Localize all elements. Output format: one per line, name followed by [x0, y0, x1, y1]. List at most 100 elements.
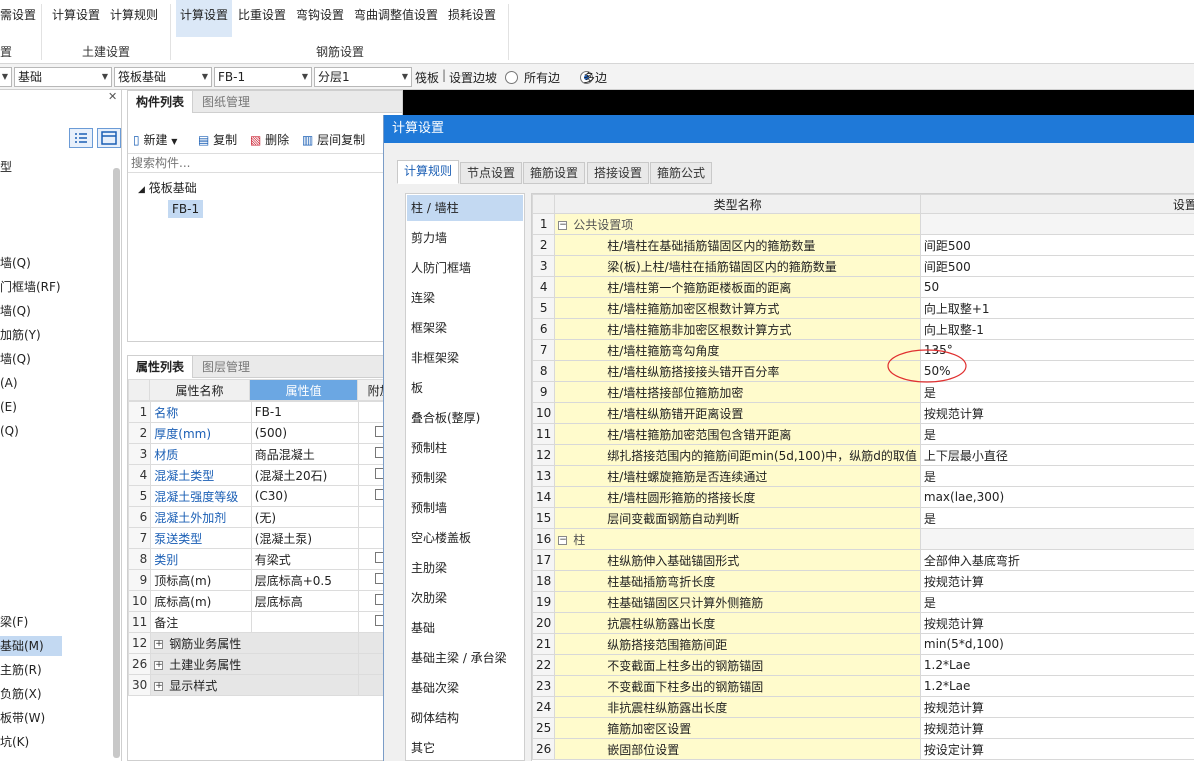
setting-value[interactable]: 按设定计算 — [919, 738, 1194, 760]
nav-item[interactable]: 主筋(R) — [0, 660, 42, 680]
property-row[interactable]: 10 底标高(m) 层底标高 — [127, 590, 402, 612]
category-item[interactable]: 砌体结构 — [407, 705, 523, 731]
property-row[interactable]: 6 混凝土外加剂 (无) — [127, 506, 402, 528]
tab-stirrup-formula[interactable]: 箍筋公式 — [650, 162, 713, 184]
category-dropdown[interactable]: 基础 ▼ — [14, 67, 112, 87]
ribbon-calc-settings-rebar[interactable]: 计算设置 — [176, 0, 233, 37]
expand-icon[interactable]: + — [154, 681, 164, 691]
nav-item[interactable]: (A) — [0, 373, 18, 393]
category-item[interactable]: 连梁 — [407, 285, 523, 311]
nav-item[interactable]: 墙(Q) — [0, 253, 31, 273]
setting-value[interactable]: 向上取整+1 — [919, 297, 1194, 319]
tab-node-settings[interactable]: 节点设置 — [460, 162, 523, 184]
tree-root[interactable]: ◢ 筏板基础 — [138, 179, 197, 196]
property-value[interactable]: (混凝土20石) — [250, 464, 360, 486]
category-item[interactable]: 板 — [407, 375, 523, 401]
category-item[interactable]: 框架梁 — [407, 315, 523, 341]
settings-row[interactable]: 21 纵筋搭接范围箍筋间距 min(5*d,100) — [532, 633, 1194, 655]
settings-row[interactable]: 26 嵌固部位设置 按设定计算 — [532, 738, 1194, 760]
setting-value[interactable]: 按规范计算 — [919, 612, 1194, 634]
property-value[interactable] — [250, 611, 360, 633]
nav-item-selected[interactable]: 基础(M) — [0, 636, 62, 656]
tab-lap-settings[interactable]: 搭接设置 — [587, 162, 650, 184]
property-value[interactable]: 商品混凝土 — [250, 443, 360, 465]
settings-row[interactable]: 11 柱/墙柱箍筋加密范围包含错开距离 是 — [532, 423, 1194, 445]
property-row[interactable]: 5 混凝土强度等级 (C30) — [127, 485, 402, 507]
property-value[interactable]: FB-1 — [250, 401, 360, 423]
nav-item[interactable]: 坑(K) — [0, 732, 29, 752]
tab-layer-management[interactable]: 图层管理 — [194, 356, 258, 378]
property-group-row[interactable]: 30 + 显示样式 — [127, 674, 402, 696]
component-search-input[interactable] — [128, 153, 402, 173]
settings-row[interactable]: 9 柱/墙柱搭接部位箍筋加密 是 — [532, 381, 1194, 403]
setting-value[interactable]: 1.2*Lae — [919, 654, 1194, 676]
nav-item[interactable]: 加筋(Y) — [0, 325, 41, 345]
ribbon-calc-settings-civil[interactable]: 计算设置 — [52, 6, 100, 28]
category-item[interactable]: 基础次梁 — [407, 675, 523, 701]
category-item[interactable]: 叠合板(整厚) — [407, 405, 523, 431]
nav-scrollbar[interactable] — [113, 168, 120, 758]
property-row[interactable]: 9 顶标高(m) 层底标高+0.5 — [127, 569, 402, 591]
category-item[interactable]: 空心楼盖板 — [407, 525, 523, 551]
property-value[interactable]: (C30) — [250, 485, 360, 507]
ribbon-hook-settings[interactable]: 弯钩设置 — [296, 6, 344, 28]
tab-stirrup-settings[interactable]: 箍筋设置 — [523, 162, 586, 184]
layer-dropdown[interactable]: 分层1 ▼ — [314, 67, 412, 87]
setting-value[interactable]: max(lae,300) — [919, 486, 1194, 508]
settings-row[interactable]: 19 柱基础锚固区只计算外侧箍筋 是 — [532, 591, 1194, 613]
setting-value[interactable]: 向上取整-1 — [919, 318, 1194, 340]
list-view-icon[interactable] — [69, 128, 93, 148]
settings-group-row[interactable]: 16− 柱 — [532, 528, 1194, 550]
setting-value[interactable] — [919, 213, 1194, 235]
settings-row[interactable]: 15 层间变截面钢筋自动判断 是 — [532, 507, 1194, 529]
property-group-row[interactable]: 26 + 土建业务属性 — [127, 653, 402, 675]
setting-value[interactable]: 间距500 — [919, 234, 1194, 256]
ribbon-item-settings[interactable]: 需设置 — [0, 6, 36, 28]
settings-group-row[interactable]: 1− 公共设置项 — [532, 213, 1194, 235]
property-row[interactable]: 2 厚度(mm) (500) — [127, 422, 402, 444]
property-group-row[interactable]: 12 + 钢筋业务属性 — [127, 632, 402, 654]
category-item[interactable]: 预制墙 — [407, 495, 523, 521]
property-value[interactable]: 有梁式 — [250, 548, 360, 570]
nav-item[interactable]: 墙(Q) — [0, 301, 31, 321]
expand-icon[interactable]: + — [154, 660, 164, 670]
layer-copy-button[interactable]: ▥ 层间复制 — [302, 131, 365, 148]
category-item[interactable]: 预制梁 — [407, 465, 523, 491]
category-item[interactable]: 柱 / 墙柱 — [407, 195, 523, 221]
setting-value[interactable]: 是 — [919, 423, 1194, 445]
settings-row[interactable]: 10 柱/墙柱纵筋错开距离设置 按规范计算 — [532, 402, 1194, 424]
setting-value[interactable]: min(5*d,100) — [919, 633, 1194, 655]
tab-drawing-management[interactable]: 图纸管理 — [194, 91, 258, 113]
tab-property-list[interactable]: 属性列表 — [128, 356, 194, 378]
settings-row[interactable]: 4 柱/墙柱第一个箍筋距楼板面的距离 50 — [532, 276, 1194, 298]
setting-value[interactable]: 是 — [919, 591, 1194, 613]
setting-value[interactable]: 上下层最小直径 — [919, 444, 1194, 466]
tab-component-list[interactable]: 构件列表 — [128, 91, 194, 113]
setting-value[interactable]: 全部伸入基底弯折 — [919, 549, 1194, 571]
ribbon-loss-settings[interactable]: 损耗设置 — [448, 6, 496, 28]
settings-row[interactable]: 23 不变截面下柱多出的钢筋锚固 1.2*Lae — [532, 675, 1194, 697]
copy-button[interactable]: ▤ 复制 — [198, 131, 237, 148]
property-row[interactable]: 3 材质 商品混凝土 — [127, 443, 402, 465]
settings-row[interactable]: 3 梁(板)上柱/墙柱在插筋锚固区内的箍筋数量 间距500 — [532, 255, 1194, 277]
close-icon[interactable]: ✕ — [108, 90, 117, 103]
nav-item[interactable]: 门框墙(RF) — [0, 277, 61, 297]
nav-item[interactable]: 板带(W) — [0, 708, 45, 728]
property-row[interactable]: 7 泵送类型 (混凝土泵) — [127, 527, 402, 549]
setting-value[interactable]: 50 — [919, 276, 1194, 298]
property-row[interactable]: 4 混凝土类型 (混凝土20石) — [127, 464, 402, 486]
floor-dropdown[interactable]: ▼ — [0, 67, 12, 87]
setting-value[interactable]: 是 — [919, 465, 1194, 487]
setting-value[interactable]: 间距500 — [919, 255, 1194, 277]
property-row[interactable]: 11 备注 — [127, 611, 402, 633]
tab-calc-rules[interactable]: 计算规则 — [397, 160, 460, 184]
category-item[interactable]: 次肋梁 — [407, 585, 523, 611]
settings-row[interactable]: 22 不变截面上柱多出的钢筋锚固 1.2*Lae — [532, 654, 1194, 676]
ribbon-density-settings[interactable]: 比重设置 — [238, 6, 286, 28]
settings-row[interactable]: 13 柱/墙柱螺旋箍筋是否连续通过 是 — [532, 465, 1194, 487]
collapse-icon[interactable]: − — [558, 220, 568, 230]
category-item[interactable]: 人防门框墙 — [407, 255, 523, 281]
settings-row[interactable]: 14 柱/墙柱圆形箍筋的搭接长度 max(lae,300) — [532, 486, 1194, 508]
settings-row[interactable]: 18 柱基础插筋弯折长度 按规范计算 — [532, 570, 1194, 592]
setting-value[interactable]: 是 — [919, 381, 1194, 403]
